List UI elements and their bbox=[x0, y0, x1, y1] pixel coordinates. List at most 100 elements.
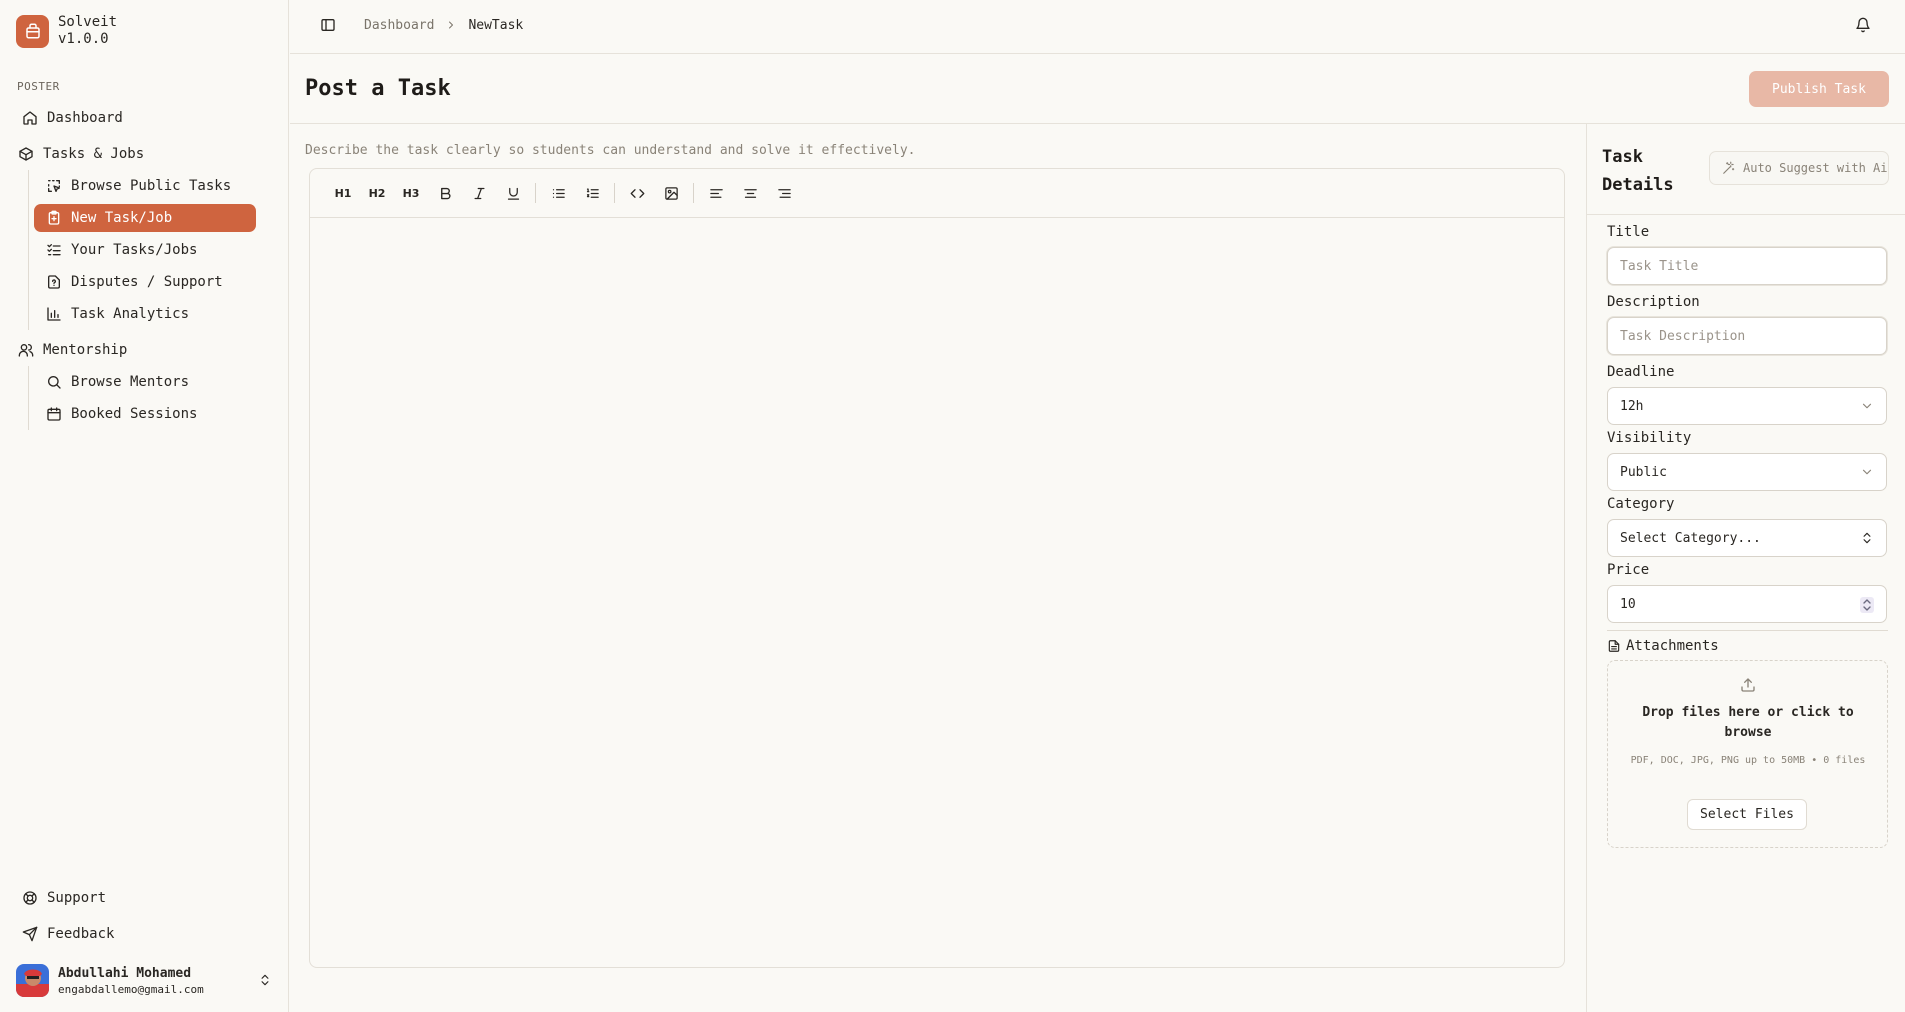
upload-icon bbox=[1741, 678, 1755, 692]
ordered-list-button[interactable] bbox=[575, 178, 609, 208]
sidebar-item-mentorship[interactable]: Mentorship bbox=[6, 336, 251, 364]
user-email: engabdallemo@gmail.com bbox=[58, 982, 204, 996]
sidebar-item-browse-public-tasks[interactable]: Browse Public Tasks bbox=[34, 172, 256, 200]
heading-3-button[interactable]: H3 bbox=[394, 178, 428, 208]
bold-icon bbox=[440, 187, 451, 199]
sidebar-item-your-tasks-jobs[interactable]: Your Tasks/Jobs bbox=[34, 236, 256, 264]
task-description-input[interactable]: Task Description bbox=[1607, 317, 1887, 355]
attachments-heading: Attachments bbox=[1607, 638, 1719, 654]
category-select[interactable]: Select Category... bbox=[1607, 519, 1887, 557]
home-icon bbox=[23, 111, 37, 125]
editor-content[interactable] bbox=[310, 218, 1564, 968]
sidebar-item-label: New Task/Job bbox=[71, 210, 173, 226]
editor-hint: Describe the task clearly so students ca… bbox=[305, 143, 916, 158]
task-details-title: Task Details bbox=[1602, 147, 1674, 195]
task-details-panel: Task Details Auto Suggest with Ai Title … bbox=[1586, 124, 1905, 1012]
editor-area: Describe the task clearly so students ca… bbox=[290, 124, 1586, 1012]
auto-suggest-label: Auto Suggest with Ai bbox=[1743, 161, 1888, 175]
brand[interactable]: Solveit v1.0.0 bbox=[16, 14, 117, 48]
user-menu[interactable]: Abdullahi Mohamed engabdallemo@gmail.com bbox=[16, 964, 276, 997]
app-version: v1.0.0 bbox=[58, 31, 109, 47]
sidebar-toggle-icon[interactable] bbox=[320, 17, 336, 33]
bullet-list-button[interactable] bbox=[541, 178, 575, 208]
italic-icon bbox=[474, 187, 484, 199]
divider bbox=[1607, 630, 1888, 631]
heading-1-button[interactable]: H1 bbox=[326, 178, 360, 208]
sidebar-item-label: Tasks & Jobs bbox=[43, 146, 145, 162]
app-logo-icon bbox=[16, 14, 49, 48]
sidebar-item-booked-sessions[interactable]: Booked Sessions bbox=[34, 400, 256, 428]
align-left-icon bbox=[709, 188, 723, 198]
underline-icon bbox=[507, 187, 519, 200]
visibility-select[interactable]: Public bbox=[1607, 453, 1887, 491]
attachments-label: Attachments bbox=[1626, 638, 1719, 654]
visibility-value: Public bbox=[1620, 464, 1667, 480]
number-stepper-icon[interactable] bbox=[1860, 597, 1874, 613]
dashed-cursor-icon bbox=[48, 180, 60, 192]
divider bbox=[1587, 214, 1905, 215]
user-name: Abdullahi Mohamed bbox=[58, 965, 192, 981]
publish-task-button[interactable]: Publish Task bbox=[1749, 71, 1889, 107]
bold-button[interactable] bbox=[428, 178, 462, 208]
breadcrumb: Dashboard NewTask bbox=[320, 17, 523, 33]
sidebar-item-task-analytics[interactable]: Task Analytics bbox=[34, 300, 256, 328]
page-header: Post a Task Publish Task bbox=[290, 55, 1905, 124]
price-input[interactable]: 10 bbox=[1607, 585, 1887, 623]
rich-text-editor: H1 H2 H3 bbox=[309, 168, 1565, 968]
align-right-button[interactable] bbox=[767, 178, 801, 208]
ordered-list-icon bbox=[586, 188, 599, 198]
editor-toolbar: H1 H2 H3 bbox=[310, 169, 1564, 218]
chevrons-up-down-icon bbox=[261, 974, 269, 986]
breadcrumb-dashboard[interactable]: Dashboard bbox=[364, 18, 434, 33]
italic-button[interactable] bbox=[462, 178, 496, 208]
search-icon bbox=[48, 376, 61, 389]
box-icon bbox=[19, 147, 33, 161]
sidebar-item-label: Browse Mentors bbox=[71, 374, 190, 390]
sidebar-item-label: Dashboard bbox=[47, 110, 123, 126]
chevron-right-icon bbox=[449, 21, 454, 29]
bullet-list-icon bbox=[552, 188, 565, 198]
sidebar-item-label: Support bbox=[47, 890, 107, 906]
sidebar-item-feedback[interactable]: Feedback bbox=[10, 920, 255, 948]
deadline-value: 12h bbox=[1620, 398, 1644, 414]
top-bar: Dashboard NewTask bbox=[290, 0, 1905, 54]
users-icon bbox=[18, 344, 34, 357]
bell-icon[interactable] bbox=[1855, 17, 1871, 33]
send-icon bbox=[22, 926, 38, 942]
sidebar-item-dashboard[interactable]: Dashboard bbox=[10, 104, 255, 132]
deadline-select[interactable]: 12h bbox=[1607, 387, 1887, 425]
sidebar-item-browse-mentors[interactable]: Browse Mentors bbox=[34, 368, 256, 396]
code-button[interactable] bbox=[620, 178, 654, 208]
chevron-down-icon bbox=[1862, 403, 1872, 409]
auto-suggest-ai-button[interactable]: Auto Suggest with Ai bbox=[1709, 151, 1889, 185]
bar-chart-icon bbox=[47, 307, 61, 321]
sidebar-item-label: Your Tasks/Jobs bbox=[71, 242, 198, 258]
sidebar-item-label: Booked Sessions bbox=[71, 406, 198, 422]
sidebar-item-new-task-job[interactable]: New Task/Job bbox=[34, 204, 256, 232]
sidebar-item-disputes-support[interactable]: Disputes / Support bbox=[34, 268, 256, 296]
select-files-button[interactable]: Select Files bbox=[1687, 799, 1807, 830]
chevron-down-icon bbox=[1862, 469, 1872, 475]
breadcrumb-current: NewTask bbox=[468, 17, 524, 33]
title-label: Title bbox=[1607, 224, 1650, 240]
file-dropzone[interactable]: Drop files here or click to browse PDF, … bbox=[1607, 660, 1888, 848]
image-button[interactable] bbox=[654, 178, 688, 208]
section-label-poster: POSTER bbox=[17, 80, 60, 93]
chevrons-up-down-icon bbox=[1863, 532, 1871, 544]
app-name: Solveit bbox=[58, 14, 118, 30]
lifebuoy-icon bbox=[23, 891, 37, 905]
dropzone-text: Drop files here or click to browse bbox=[1642, 705, 1854, 740]
code-icon bbox=[630, 188, 644, 198]
align-center-button[interactable] bbox=[733, 178, 767, 208]
sidebar-item-label: Disputes / Support bbox=[71, 274, 223, 290]
toolbar-divider bbox=[693, 183, 694, 203]
sidebar-item-support[interactable]: Support bbox=[10, 884, 255, 912]
calendar-icon bbox=[47, 407, 61, 421]
underline-button[interactable] bbox=[496, 178, 530, 208]
sidebar-item-label: Task Analytics bbox=[71, 306, 190, 322]
heading-2-button[interactable]: H2 bbox=[360, 178, 394, 208]
nav-tree-line bbox=[28, 366, 29, 430]
sidebar-item-tasks-jobs[interactable]: Tasks & Jobs bbox=[6, 140, 251, 168]
align-left-button[interactable] bbox=[699, 178, 733, 208]
task-title-input[interactable]: Task Title bbox=[1607, 247, 1887, 285]
